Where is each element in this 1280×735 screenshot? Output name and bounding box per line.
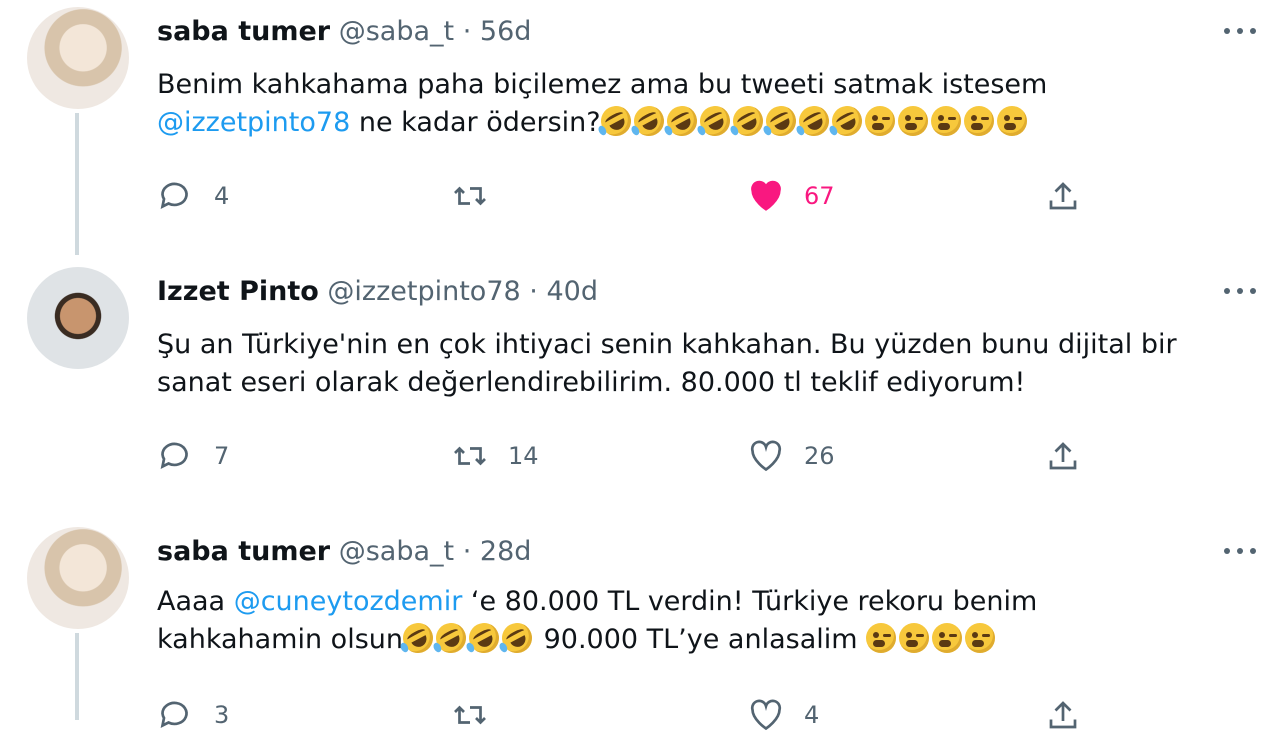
wink-emoji — [930, 106, 961, 136]
mention-link[interactable]: @izzetpinto78 — [157, 107, 350, 138]
wink-emoji — [996, 106, 1027, 136]
separator-dot: · — [462, 536, 472, 567]
heart-icon — [751, 180, 781, 211]
wink-emoji — [864, 106, 895, 136]
username[interactable]: @izzetpinto78 — [327, 276, 520, 307]
tweet-text: Aaaa @cuneytozdemir ‘e 80.000 TL verdin!… — [157, 584, 1037, 660]
wink-emoji — [899, 623, 930, 653]
separator-dot: · — [462, 16, 472, 47]
tweet-actions: 4 67 — [0, 176, 1280, 216]
separator-dot: · — [529, 276, 538, 307]
mention-link[interactable]: @cuneytozdemir — [234, 586, 463, 617]
tweet-text: Benim kahkahama paha biçilemez ama bu tw… — [157, 67, 1047, 143]
username[interactable]: @saba_t — [339, 536, 454, 567]
more-options-icon[interactable] — [1224, 544, 1258, 558]
share-icon — [1049, 701, 1077, 729]
reply-count: 3 — [214, 701, 230, 729]
heart-icon — [750, 699, 782, 731]
more-options-icon[interactable] — [1224, 284, 1258, 298]
like-button[interactable]: 4 — [748, 695, 819, 735]
username[interactable]: @saba_t — [339, 16, 454, 47]
share-button[interactable] — [1045, 695, 1081, 735]
tweet-text: Şu an Türkiye'nin en çok ihtiyaci senin … — [157, 327, 1177, 403]
text-fragment: Aaaa — [157, 586, 234, 617]
tweet-header: saba tumer @saba_t · 56d — [157, 15, 531, 49]
heart-icon — [750, 440, 782, 472]
avatar[interactable] — [27, 527, 129, 629]
avatar[interactable] — [27, 267, 129, 369]
rofl-emoji — [463, 617, 505, 659]
text-line: Benim kahkahama paha biçilemez ama bu tw… — [157, 69, 1048, 100]
like-count: 67 — [804, 182, 835, 210]
retweet-icon — [454, 446, 486, 466]
wink-emoji — [866, 623, 897, 653]
reply-count: 7 — [214, 442, 230, 470]
tweet-actions: 3 4 — [0, 695, 1280, 735]
timestamp[interactable]: 40d — [546, 276, 598, 307]
text-line: Şu an Türkiye'nin en çok ihtiyaci senin … — [157, 329, 1177, 360]
text-line: sanat eseri olarak değerlendirebilirim. … — [157, 367, 1026, 398]
reply-button[interactable]: 4 — [158, 176, 229, 216]
rofl-emoji — [661, 100, 702, 142]
rofl-emoji — [793, 100, 834, 142]
tweet-actions: 7 14 26 — [0, 436, 1280, 476]
text-line: @izzetpinto78 ne kadar ödersin? — [157, 100, 1047, 143]
tweet-3[interactable]: saba tumer @saba_t · 28d Aaaa @cuneytozd… — [0, 520, 1280, 731]
text-line: kahkahamin olsun 90.000 TL’ye anlasalim — [157, 617, 1037, 660]
reply-icon — [160, 182, 188, 209]
tweet-2[interactable]: Izzet Pinto @izzetpinto78 · 40d Şu an Tü… — [0, 260, 1280, 520]
rofl-emoji — [628, 100, 669, 142]
timestamp[interactable]: 56d — [480, 16, 532, 47]
wink-emoji — [965, 623, 996, 653]
like-count: 26 — [804, 442, 835, 470]
rofl-emoji — [694, 100, 735, 142]
tweet-1[interactable]: saba tumer @saba_t · 56d Benim kahkahama… — [0, 0, 1280, 260]
retweet-button[interactable] — [452, 176, 508, 216]
tweet-header: saba tumer @saba_t · 28d — [157, 535, 531, 569]
reply-button[interactable]: 7 — [158, 436, 229, 476]
like-count: 4 — [804, 701, 820, 729]
wink-emoji — [897, 106, 928, 136]
share-button[interactable] — [1045, 176, 1081, 216]
rofl-emoji — [397, 617, 439, 659]
rofl-emoji — [727, 100, 768, 142]
rofl-emoji — [430, 617, 472, 659]
retweet-icon — [454, 186, 486, 206]
text-fragment: ‘e 80.000 TL verdin! Türkiye rekoru beni… — [462, 586, 1038, 617]
avatar[interactable] — [27, 7, 129, 109]
display-name[interactable]: saba tumer — [157, 16, 330, 47]
share-icon — [1049, 442, 1077, 470]
emoji-group — [595, 100, 1030, 142]
retweet-button[interactable]: 14 — [452, 436, 539, 476]
reply-count: 4 — [214, 182, 230, 210]
display-name[interactable]: Izzet Pinto — [157, 276, 319, 307]
reply-icon — [160, 442, 188, 469]
rofl-emoji — [760, 100, 801, 142]
display-name[interactable]: saba tumer — [157, 536, 330, 567]
reply-icon — [160, 701, 188, 728]
more-options-icon[interactable] — [1224, 24, 1258, 38]
rofl-emoji — [496, 617, 538, 659]
text-fragment: ne kadar ödersin? — [350, 107, 601, 138]
text-line: Aaaa @cuneytozdemir ‘e 80.000 TL verdin!… — [157, 584, 1037, 622]
like-button[interactable]: 67 — [748, 176, 835, 216]
rofl-emoji — [826, 100, 867, 142]
share-icon — [1049, 182, 1077, 210]
wink-emoji — [963, 106, 994, 136]
text-fragment: 90.000 TL’ye anlasalim — [535, 624, 867, 655]
reply-button[interactable]: 3 — [158, 695, 229, 735]
retweet-icon — [454, 705, 486, 725]
rofl-emoji — [595, 100, 636, 142]
text-fragment: kahkahamin olsun — [157, 624, 403, 655]
wink-emoji — [932, 623, 963, 653]
share-button[interactable] — [1045, 436, 1081, 476]
like-button[interactable]: 26 — [748, 436, 835, 476]
timestamp[interactable]: 28d — [480, 536, 532, 567]
retweet-button[interactable] — [452, 695, 508, 735]
retweet-count: 14 — [508, 442, 539, 470]
tweet-header: Izzet Pinto @izzetpinto78 · 40d — [157, 275, 598, 309]
